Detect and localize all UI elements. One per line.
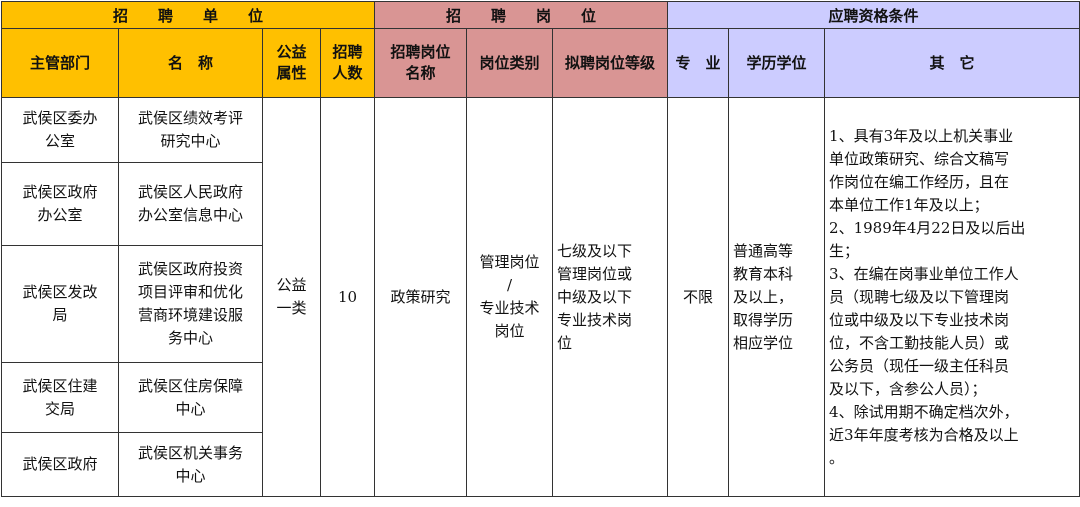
unit-name-cell: 武侯区机关事务 中心	[118, 432, 263, 497]
group-unit-header: 招 聘 单 位	[0, 1, 376, 29]
col-header-post-level: 拟聘岗位等级	[552, 28, 669, 98]
welfare-cell: 公益 一类	[262, 97, 321, 497]
col-header-major: 专 业	[667, 28, 730, 98]
dept-cell: 武侯区住建 交局	[1, 362, 119, 433]
major-cell: 不限	[667, 97, 730, 497]
group-header-row: 招 聘 单 位 招 聘 岗 位 应聘资格条件	[0, 1, 1080, 29]
post-level-cell: 七级及以下 管理岗位或 中级及以下 专业技术岗位	[552, 97, 669, 497]
unit-name-cell: 武侯区住房保障 中心	[118, 362, 263, 433]
col-header-post-type: 岗位类别	[466, 28, 554, 98]
unit-name-cell: 武侯区绩效考评 研究中心	[118, 97, 263, 163]
group-qualification-header: 应聘资格条件	[667, 1, 1080, 29]
dept-cell: 武侯区政府 办公室	[1, 162, 119, 246]
unit-name-cell: 武侯区人民政府 办公室信息中心	[118, 162, 263, 246]
col-header-education: 学历学位	[728, 28, 826, 98]
col-header-name: 名 称	[118, 28, 263, 98]
other-requirements-cell: 1、具有3年及以上机关事业 单位政策研究、综合文稿写 作岗位在编工作经历，且在 …	[824, 97, 1080, 497]
recruitment-table: 招 聘 单 位 招 聘 岗 位 应聘资格条件 主管部门 名 称 公益 属性 招聘人…	[0, 1, 1080, 497]
dept-cell: 武侯区政府	[1, 432, 119, 497]
post-name-cell: 政策研究	[374, 97, 468, 497]
unit-name-cell: 武侯区政府投资 项目评审和优化 营商环境建设服 务中心	[118, 245, 263, 363]
col-header-post-name: 招聘岗位 名称	[374, 28, 468, 98]
table-row: 武侯区委办 公室 武侯区绩效考评 研究中心 公益 一类 10 政策研究 管理岗位 / 专业…	[1, 97, 1080, 497]
col-header-other: 其 它	[824, 28, 1080, 98]
col-header-count: 招聘 人数	[319, 28, 376, 98]
count-cell: 10	[319, 97, 376, 497]
col-header-welfare: 公益 属性	[262, 28, 321, 98]
col-header-dept: 主管部门	[1, 28, 119, 98]
dept-cell: 武侯区委办 公室	[1, 97, 119, 163]
group-post-header: 招 聘 岗 位	[374, 1, 669, 29]
dept-cell: 武侯区发改局	[1, 245, 119, 363]
education-cell: 普通高等 教育本科 及以上， 取得学历 相应学位	[728, 97, 826, 497]
column-header-row: 主管部门 名 称 公益 属性 招聘 人数 招聘岗位 名称 岗位类别 拟聘岗位等级 专 …	[1, 28, 1080, 98]
post-type-cell: 管理岗位 / 专业技术 岗位	[466, 97, 554, 497]
